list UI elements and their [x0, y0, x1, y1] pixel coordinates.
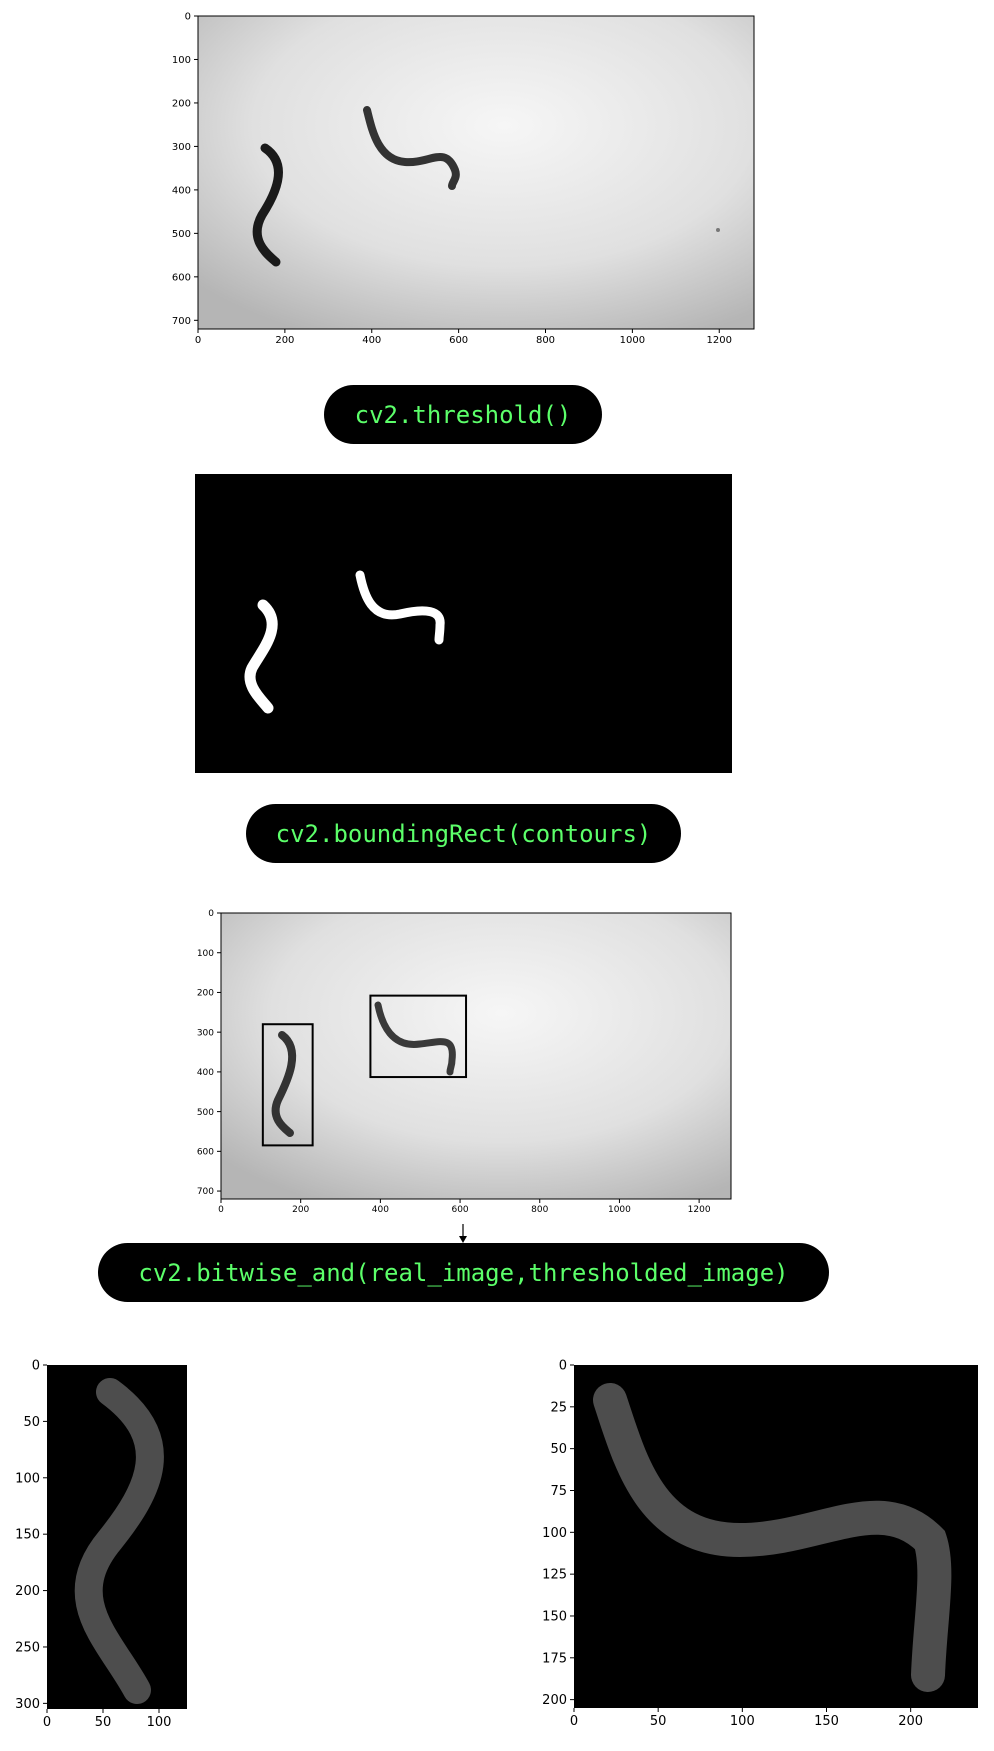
cropped-results: 0 50 100050100150200250300 0 50 100 150 200025…	[15, 1359, 978, 1730]
y-tick-label: 75	[550, 1484, 567, 1499]
x-tick-label: 50	[650, 1714, 667, 1729]
y-tick-label: 150	[15, 1528, 40, 1543]
y-tick-label: 200	[15, 1584, 40, 1599]
y-tick-label: 150	[542, 1610, 567, 1625]
y-tick-label: 0	[32, 1359, 40, 1374]
y-tick-label: 250	[15, 1641, 40, 1656]
y-tick-label: 300	[15, 1697, 40, 1712]
y-tick-label: 0	[559, 1359, 567, 1374]
y-tick-label: 125	[542, 1568, 567, 1583]
y-tick-label: 50	[23, 1415, 40, 1430]
y-tick-label: 100	[15, 1471, 40, 1486]
x-tick-label: 0	[570, 1714, 578, 1729]
x-tick-label: 200	[898, 1714, 923, 1729]
crop-left-image	[47, 1365, 187, 1709]
y-tick-label: 175	[542, 1651, 567, 1666]
x-tick-label: 100	[147, 1715, 172, 1730]
x-tick-label: 150	[814, 1714, 839, 1729]
x-tick-label: 0	[43, 1715, 51, 1730]
x-tick-label: 50	[95, 1715, 112, 1730]
y-tick-label: 200	[542, 1693, 567, 1708]
crop-right-image	[574, 1365, 978, 1708]
x-tick-label: 100	[730, 1714, 755, 1729]
y-tick-label: 100	[542, 1526, 567, 1541]
y-tick-label: 50	[550, 1442, 567, 1457]
y-tick-label: 25	[550, 1400, 567, 1415]
